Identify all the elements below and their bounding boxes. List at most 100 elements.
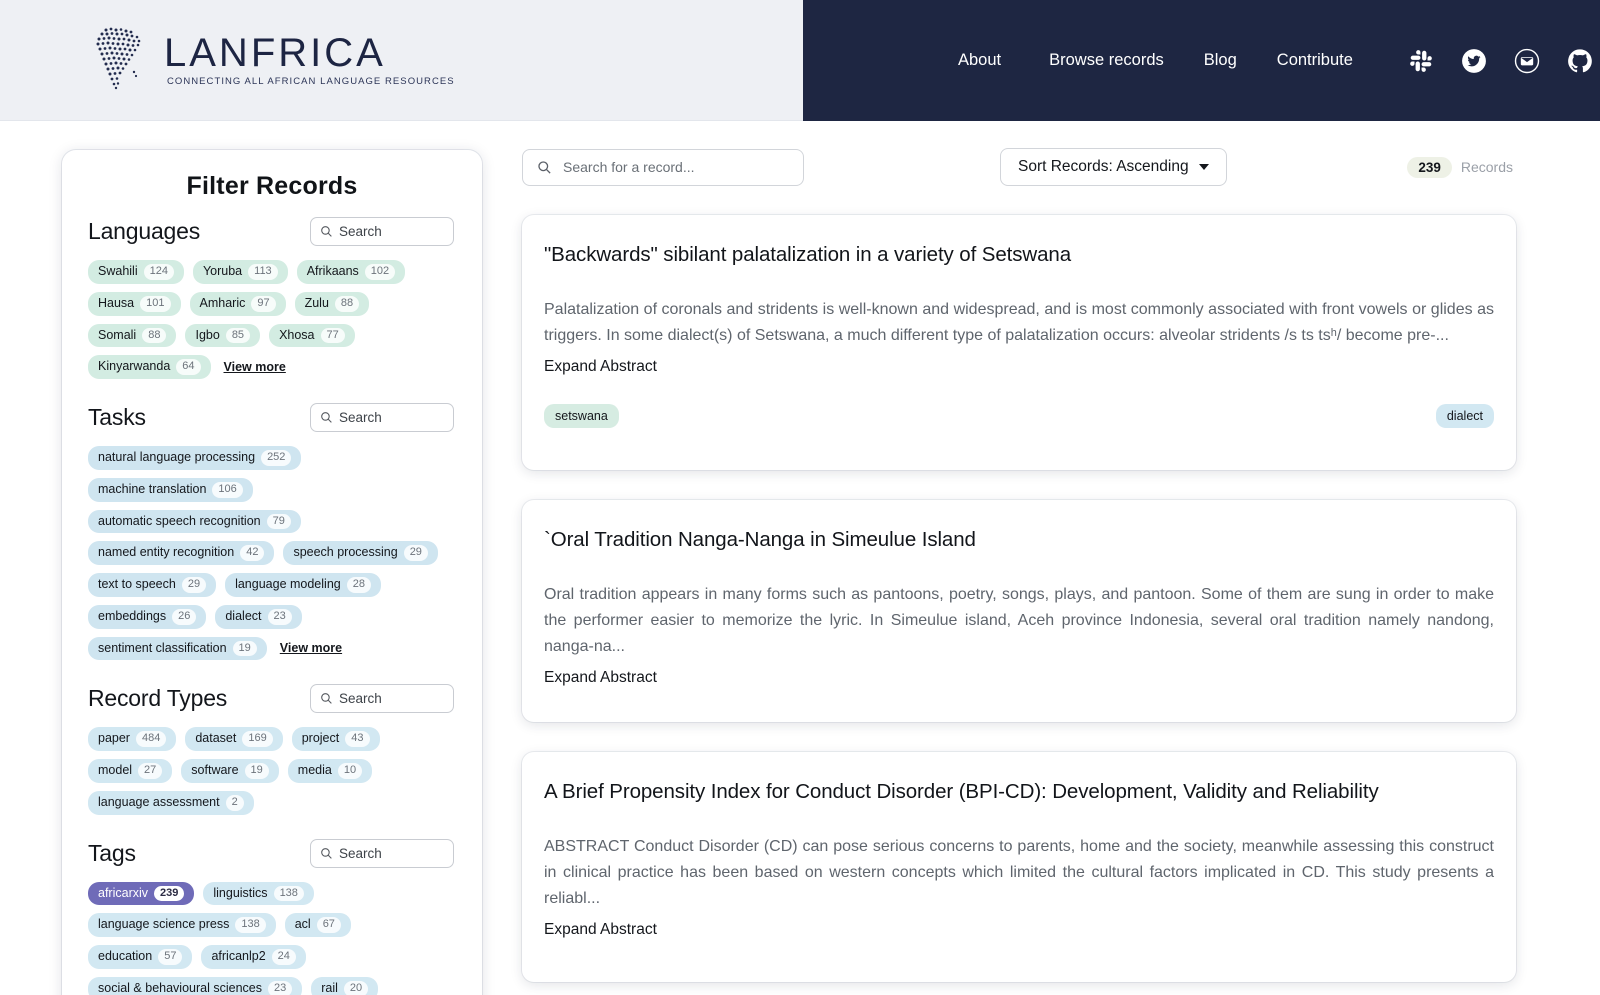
records-count-badge: 239 bbox=[1407, 156, 1452, 178]
record-tag-language[interactable]: setswana bbox=[544, 403, 619, 428]
record-types-search-input[interactable]: Search bbox=[310, 684, 454, 714]
email-icon[interactable] bbox=[1514, 48, 1540, 74]
github-icon[interactable] bbox=[1567, 48, 1593, 74]
chip-acl[interactable]: acl 67 bbox=[284, 913, 351, 937]
chip-count: 138 bbox=[235, 917, 266, 933]
record-abstract: Palatalization of coronals and stridents… bbox=[544, 301, 1494, 344]
chip-model[interactable]: model 27 bbox=[88, 759, 173, 783]
chip-count: 79 bbox=[266, 513, 291, 530]
chip-amharic[interactable]: Amharic 97 bbox=[189, 291, 286, 316]
chip-africarxiv[interactable]: africarxiv 239 bbox=[88, 881, 195, 906]
nav-contribute[interactable]: Contribute bbox=[1277, 45, 1353, 76]
chip-language-modeling[interactable]: language modeling 28 bbox=[225, 573, 381, 597]
chip-swahili[interactable]: Swahili 124 bbox=[88, 260, 184, 284]
chip-embeddings[interactable]: embeddings 26 bbox=[88, 604, 207, 629]
chip-education[interactable]: education 57 bbox=[88, 945, 193, 969]
chip-linguistics[interactable]: linguistics 138 bbox=[203, 881, 314, 906]
chip-label: model bbox=[98, 763, 133, 778]
chip-yoruba[interactable]: Yoruba 113 bbox=[192, 260, 288, 284]
chip-label: language science press bbox=[98, 917, 230, 932]
results-toolbar: Search for a record... Sort Records: Asc… bbox=[522, 141, 1516, 193]
search-icon bbox=[321, 226, 332, 237]
chip-somali[interactable]: Somali 88 bbox=[88, 323, 177, 348]
chip-zulu[interactable]: Zulu 88 bbox=[294, 291, 370, 316]
chip-count: 57 bbox=[158, 949, 183, 965]
search-icon bbox=[538, 160, 551, 174]
chip-igbo[interactable]: Igbo 85 bbox=[185, 323, 261, 348]
nav-browse-records[interactable]: Browse records bbox=[1049, 45, 1164, 76]
chip-software[interactable]: software 19 bbox=[181, 759, 279, 783]
nav-about[interactable]: About bbox=[958, 45, 1001, 76]
chip-label: social & behavioural sciences bbox=[98, 980, 262, 995]
tags-chip-list: africarxiv 239 linguistics 138 language sc… bbox=[88, 881, 456, 995]
chip-natural-language-processing[interactable]: natural language processing 252 bbox=[88, 446, 302, 470]
record-card[interactable]: A Brief Propensity Index for Conduct Dis… bbox=[522, 752, 1516, 982]
chip-language-assessment[interactable]: language assessment 2 bbox=[88, 790, 254, 815]
chip-xhosa[interactable]: Xhosa 77 bbox=[269, 323, 355, 348]
chip-count: 239 bbox=[154, 885, 185, 902]
tags-search-input[interactable]: Search bbox=[310, 838, 454, 868]
chip-label: automatic speech recognition bbox=[98, 513, 261, 528]
record-search-input[interactable]: Search for a record... bbox=[522, 148, 804, 186]
chip-kinyarwanda[interactable]: Kinyarwanda 64 bbox=[88, 355, 211, 379]
languages-search-input[interactable]: Search bbox=[310, 217, 454, 246]
expand-abstract-link[interactable]: Expand Abstract bbox=[544, 358, 657, 376]
chip-label: sentiment classification bbox=[98, 640, 227, 655]
languages-chip-list: Swahili 124 Yoruba 113 Afrikaans 102 Hausa 1… bbox=[88, 260, 456, 379]
chip-africanlp2[interactable]: africanlp2 24 bbox=[201, 945, 306, 969]
logo-wordmark: LANFRICA bbox=[164, 30, 386, 75]
chip-language-science-press[interactable]: language science press 138 bbox=[88, 913, 276, 937]
record-card[interactable]: "Backwards" sibilant palatalization in a… bbox=[522, 215, 1516, 470]
chip-label: paper bbox=[98, 731, 130, 746]
chip-count: 29 bbox=[181, 577, 207, 593]
chip-label: Kinyarwanda bbox=[98, 359, 171, 374]
slack-icon[interactable] bbox=[1408, 48, 1434, 74]
chip-label: linguistics bbox=[213, 885, 268, 900]
chip-machine-translation[interactable]: machine translation 106 bbox=[88, 477, 253, 502]
chip-label: Yoruba bbox=[202, 264, 243, 279]
languages-view-more-link[interactable]: View more bbox=[224, 360, 286, 374]
record-card[interactable]: `Oral Tradition Nanga-Nanga in Simeulue … bbox=[522, 500, 1516, 722]
chip-afrikaans[interactable]: Afrikaans 102 bbox=[296, 260, 406, 284]
chip-label: acl bbox=[294, 917, 311, 932]
chip-count: 24 bbox=[271, 949, 296, 965]
chip-dialect[interactable]: dialect 23 bbox=[215, 604, 302, 629]
chip-text-to-speech[interactable]: text to speech 29 bbox=[88, 573, 217, 597]
chip-label: rail bbox=[321, 980, 338, 995]
chip-automatic-speech-recognition[interactable]: automatic speech recognition 79 bbox=[88, 509, 301, 534]
record-tag-task[interactable]: dialect bbox=[1435, 403, 1494, 428]
chip-count: 67 bbox=[316, 917, 341, 933]
chip-label: speech processing bbox=[293, 545, 398, 560]
chip-paper[interactable]: paper 484 bbox=[88, 727, 177, 751]
chip-rail[interactable]: rail 20 bbox=[311, 976, 379, 995]
sort-records-dropdown[interactable]: Sort Records: Ascending bbox=[1000, 148, 1227, 186]
expand-abstract-link[interactable]: Expand Abstract bbox=[544, 921, 657, 939]
search-icon bbox=[321, 847, 332, 859]
chip-label: africarxiv bbox=[98, 885, 149, 900]
chip-label: project bbox=[301, 731, 340, 746]
expand-abstract-link[interactable]: Expand Abstract bbox=[544, 669, 657, 687]
chip-named-entity-recognition[interactable]: named entity recognition 42 bbox=[88, 541, 275, 565]
twitter-icon[interactable] bbox=[1461, 48, 1487, 74]
chip-count: 88 bbox=[142, 327, 167, 344]
nav-blog[interactable]: Blog bbox=[1204, 45, 1237, 76]
chip-media[interactable]: media 10 bbox=[287, 759, 373, 783]
chip-hausa[interactable]: Hausa 101 bbox=[88, 291, 181, 316]
chip-count: 252 bbox=[261, 450, 292, 466]
facet-header: Languages Search bbox=[88, 217, 456, 246]
logo-tagline: CONNECTING ALL AFRICAN LANGUAGE RESOURCE… bbox=[167, 76, 455, 88]
chip-speech-processing[interactable]: speech processing 29 bbox=[283, 541, 438, 565]
chip-sentiment-classification[interactable]: sentiment classification 19 bbox=[88, 636, 267, 661]
chevron-down-icon bbox=[1198, 164, 1209, 170]
chip-count: 27 bbox=[138, 763, 163, 779]
chip-social-behavioural-sciences[interactable]: social & behavioural sciences 23 bbox=[88, 976, 303, 995]
site-logo[interactable]: LANFRICA CONNECTING ALL AFRICAN LANGUAGE… bbox=[88, 24, 455, 96]
tasks-search-input[interactable]: Search bbox=[310, 403, 454, 432]
chip-project[interactable]: project 43 bbox=[291, 727, 380, 751]
chip-count: 23 bbox=[267, 608, 292, 625]
chip-count: 113 bbox=[248, 264, 278, 280]
tasks-view-more-link[interactable]: View more bbox=[280, 641, 342, 655]
chip-dataset[interactable]: dataset 169 bbox=[185, 727, 283, 751]
africa-map-dots-icon bbox=[96, 27, 141, 90]
